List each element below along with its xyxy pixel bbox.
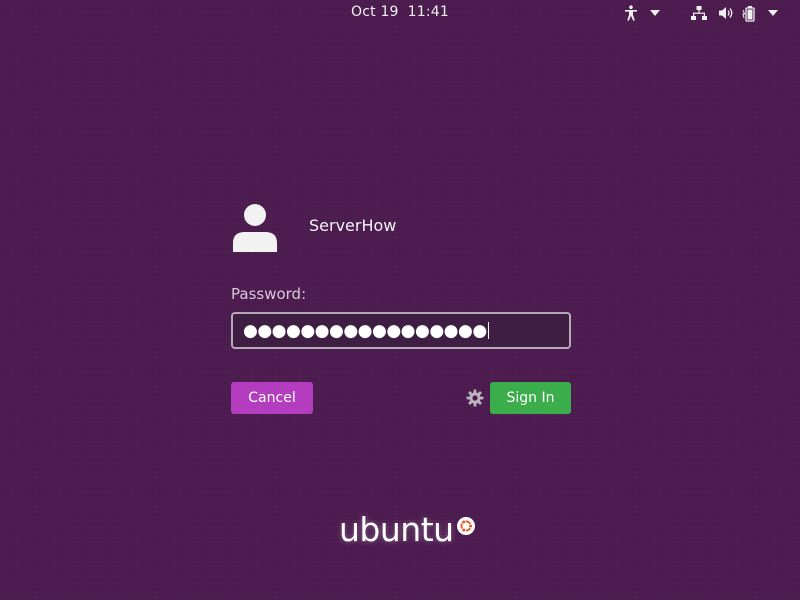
user-row: ServerHow	[231, 200, 571, 256]
cancel-button[interactable]: Cancel	[231, 382, 313, 414]
password-field[interactable]: ●●●●●●●●●●●●●●●●●	[231, 312, 571, 349]
password-label: Password:	[231, 285, 307, 303]
clock[interactable]: Oct 19 11:41	[0, 4, 800, 20]
clock-time: 11:41	[407, 4, 450, 20]
network-icon	[690, 5, 708, 21]
clock-date: Oct 19	[350, 4, 399, 20]
battery-icon	[742, 5, 758, 22]
dropdown-arrow-icon	[650, 10, 660, 16]
gear-icon[interactable]	[466, 389, 484, 407]
text-cursor	[487, 322, 489, 339]
ubuntu-logo: ubuntu	[339, 510, 476, 550]
button-row: Cancel Sign In	[231, 382, 571, 414]
user-avatar-icon	[231, 200, 293, 256]
ubuntu-wordmark: ubuntu	[339, 510, 454, 549]
sign-in-button[interactable]: Sign In	[490, 382, 571, 414]
login-dialog: ServerHow Password: ●●●●●●●●●●●●●●●●● Ca…	[231, 200, 571, 414]
system-menu[interactable]	[690, 4, 778, 22]
accessibility-menu[interactable]	[624, 4, 660, 22]
accessibility-icon	[624, 5, 638, 21]
top-bar: Oct 19 11:41	[0, 0, 800, 26]
ubuntu-circle-of-friends-icon	[456, 516, 476, 540]
dropdown-arrow-icon	[768, 10, 778, 16]
volume-icon	[718, 5, 734, 21]
password-mask: ●●●●●●●●●●●●●●●●●	[243, 320, 487, 341]
username: ServerHow	[309, 215, 397, 235]
